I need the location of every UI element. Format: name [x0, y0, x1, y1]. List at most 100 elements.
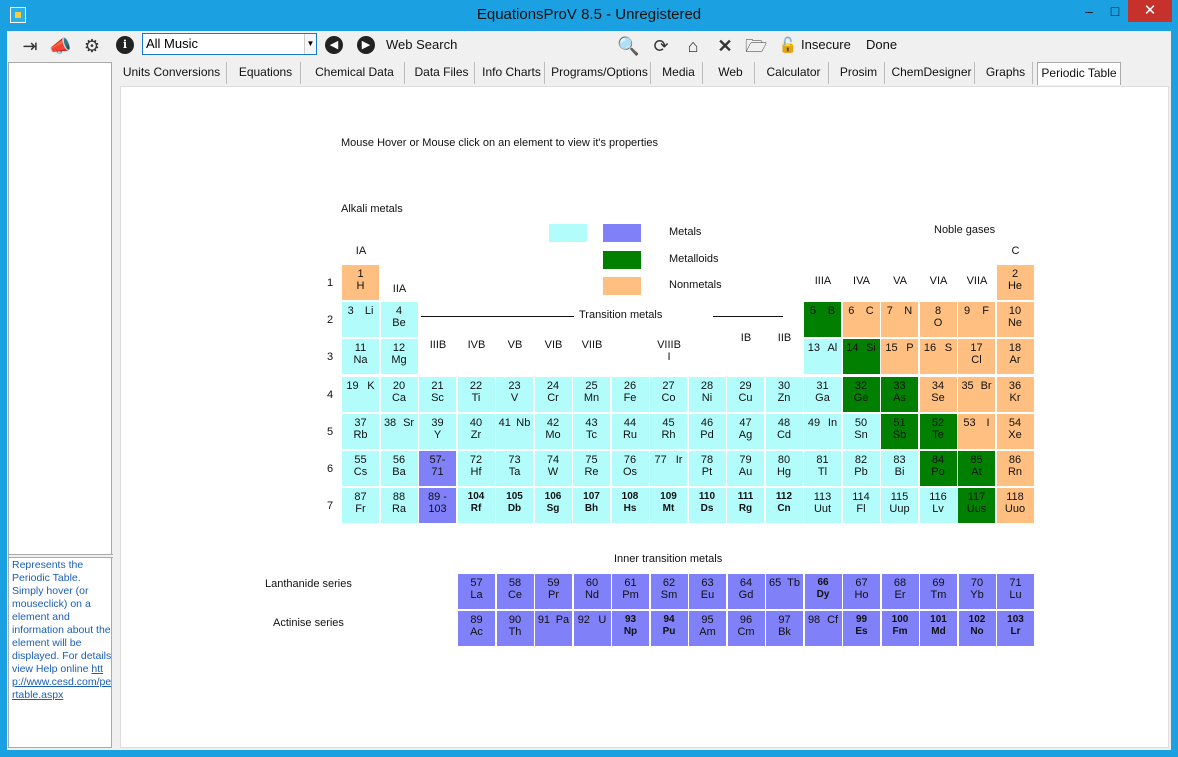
element-cell[interactable]: 38 Sr [380, 413, 419, 450]
element-cell[interactable]: 48 Cd [765, 413, 804, 450]
element-cell[interactable]: 27 Co [650, 376, 688, 413]
element-cell[interactable]: 25 Mn [573, 376, 611, 413]
element-cell[interactable]: 84 Po [919, 451, 958, 487]
element-cell[interactable]: 34 Se [919, 376, 958, 413]
element-cell[interactable]: 90 Th [496, 611, 535, 647]
element-cell[interactable]: 106 Sg [534, 488, 573, 525]
element-cell[interactable]: 92 U [573, 611, 612, 647]
element-cell[interactable]: 65 Tb [766, 574, 804, 610]
element-cell[interactable]: 43 Tc [573, 413, 611, 450]
element-cell[interactable]: 91 Pa [535, 611, 573, 647]
element-cell[interactable]: 97 Bk [766, 611, 804, 647]
element-cell[interactable]: 81 Tl [804, 451, 842, 487]
element-cell[interactable]: 76 Os [611, 451, 650, 487]
tab-chemdesigner[interactable]: ChemDesigner [889, 62, 975, 84]
element-cell[interactable]: 42 Mo [534, 413, 573, 450]
element-cell[interactable]: 83 Bi [881, 451, 919, 487]
tab-data-files[interactable]: Data Files [409, 62, 475, 84]
element-cell[interactable]: 36 Kr [996, 376, 1035, 413]
element-cell[interactable]: 41 Nb [496, 413, 534, 450]
tab-programs-options[interactable]: Programs/Options [549, 62, 651, 84]
element-cell[interactable]: 5B [804, 302, 842, 339]
element-cell[interactable]: 93 Np [612, 611, 650, 647]
element-cell[interactable]: 75 Re [573, 451, 611, 487]
element-cell[interactable]: 24 Cr [534, 376, 573, 413]
close-button[interactable]: ✕ [1128, 0, 1172, 22]
element-cell[interactable]: 45 Rh [650, 413, 688, 450]
element-cell[interactable]: 40 Zr [457, 413, 496, 450]
tab-calculator[interactable]: Calculator [759, 62, 829, 84]
element-cell[interactable]: 89 Ac [458, 611, 496, 647]
element-cell[interactable]: 28 Ni [688, 376, 727, 413]
element-cell[interactable]: 13 Al [804, 339, 842, 376]
element-cell[interactable]: 74 W [534, 451, 573, 487]
element-cell[interactable]: 111 Rg [727, 488, 765, 525]
element-cell[interactable]: 94 Pu [650, 611, 689, 647]
panel-splitter[interactable] [9, 554, 113, 558]
element-cell[interactable]: 86 Rn [996, 451, 1035, 487]
element-cell[interactable]: 3 Li [342, 302, 380, 339]
element-cell[interactable]: 46 Pd [688, 413, 727, 450]
element-cell[interactable]: 33 As [881, 376, 919, 413]
element-cell[interactable]: 16 S [919, 339, 958, 376]
element-cell[interactable]: 71 Lu [997, 574, 1035, 610]
element-cell[interactable]: 32 Ge [842, 376, 881, 413]
element-cell[interactable]: 64 Gd [727, 574, 766, 610]
minimize-button[interactable]: – [1076, 0, 1102, 22]
element-cell[interactable]: 70 Yb [958, 574, 997, 610]
element-cell[interactable]: 72 Hf [457, 451, 496, 487]
element-cell[interactable]: 51 Sb [881, 413, 919, 450]
settings-icon[interactable]: ⚙ [81, 35, 103, 57]
tab-periodic-table[interactable]: Periodic Table [1037, 62, 1121, 85]
element-cell[interactable]: 14 Si [842, 339, 881, 376]
tab-info-charts[interactable]: Info Charts [479, 62, 545, 84]
element-cell[interactable]: 117 Uus [958, 488, 996, 525]
maximize-button[interactable]: □ [1102, 0, 1128, 22]
element-cell[interactable]: 66 Dy [804, 574, 843, 610]
element-cell[interactable]: 60 Nd [573, 574, 612, 610]
element-cell[interactable]: 98 Cf [804, 611, 843, 647]
element-cell[interactable]: 87 Fr [342, 488, 380, 525]
element-cell[interactable]: 12 Mg [380, 339, 419, 376]
element-cell[interactable]: 57 La [458, 574, 496, 610]
element-cell[interactable]: 53 I [958, 413, 996, 450]
element-cell[interactable]: 79 Au [727, 451, 765, 487]
home-icon[interactable]: ⌂ [682, 35, 704, 57]
element-cell[interactable]: 62 Sm [650, 574, 689, 610]
element-cell[interactable]: 47 Ag [727, 413, 765, 450]
element-cell[interactable]: 67 Ho [843, 574, 881, 610]
element-cell[interactable]: 1H [342, 265, 380, 301]
element-cell[interactable]: 37 Rb [342, 413, 380, 450]
element-cell[interactable]: 73 Ta [496, 451, 534, 487]
element-cell[interactable]: 19 K [342, 376, 380, 413]
element-cell[interactable]: 99 Es [843, 611, 881, 647]
element-cell[interactable]: 115 Uup [881, 488, 919, 525]
element-cell[interactable]: 20 Ca [380, 376, 419, 413]
tab-equations[interactable]: Equations [231, 62, 301, 84]
element-cell[interactable]: 107 Bh [573, 488, 611, 525]
new-folder-icon[interactable]: 🗁 [745, 35, 767, 57]
element-cell[interactable]: 96 Cm [727, 611, 766, 647]
element-cell[interactable]: 57- 71 [419, 451, 457, 487]
element-cell[interactable]: 26 Fe [611, 376, 650, 413]
element-cell[interactable]: 77 Ir [650, 451, 688, 487]
element-cell[interactable]: 7N [881, 302, 919, 339]
exit-icon[interactable]: ⇥ [19, 35, 41, 57]
element-cell[interactable]: 31 Ga [804, 376, 842, 413]
unlock-icon[interactable]: 🔓 [777, 35, 799, 57]
element-cell[interactable]: 21 Sc [419, 376, 457, 413]
chevron-down-icon[interactable]: ▼ [304, 34, 316, 54]
tab-chemical-data[interactable]: Chemical Data [305, 62, 405, 84]
element-cell[interactable]: 17 Cl [958, 339, 996, 376]
element-cell[interactable]: 55 Cs [342, 451, 380, 487]
element-cell[interactable]: 35 Br [958, 376, 996, 413]
element-cell[interactable]: 104 Rf [457, 488, 496, 525]
element-cell[interactable]: 6C [842, 302, 881, 339]
element-cell[interactable]: 44 Ru [611, 413, 650, 450]
element-cell[interactable]: 85 At [958, 451, 996, 487]
element-cell[interactable]: 110 Ds [688, 488, 727, 525]
zoom-icon[interactable]: 🔍 [617, 35, 639, 57]
element-cell[interactable]: 63 Eu [689, 574, 727, 610]
element-cell[interactable]: 56 Ba [380, 451, 419, 487]
stop-icon[interactable]: ✕ [714, 35, 736, 57]
